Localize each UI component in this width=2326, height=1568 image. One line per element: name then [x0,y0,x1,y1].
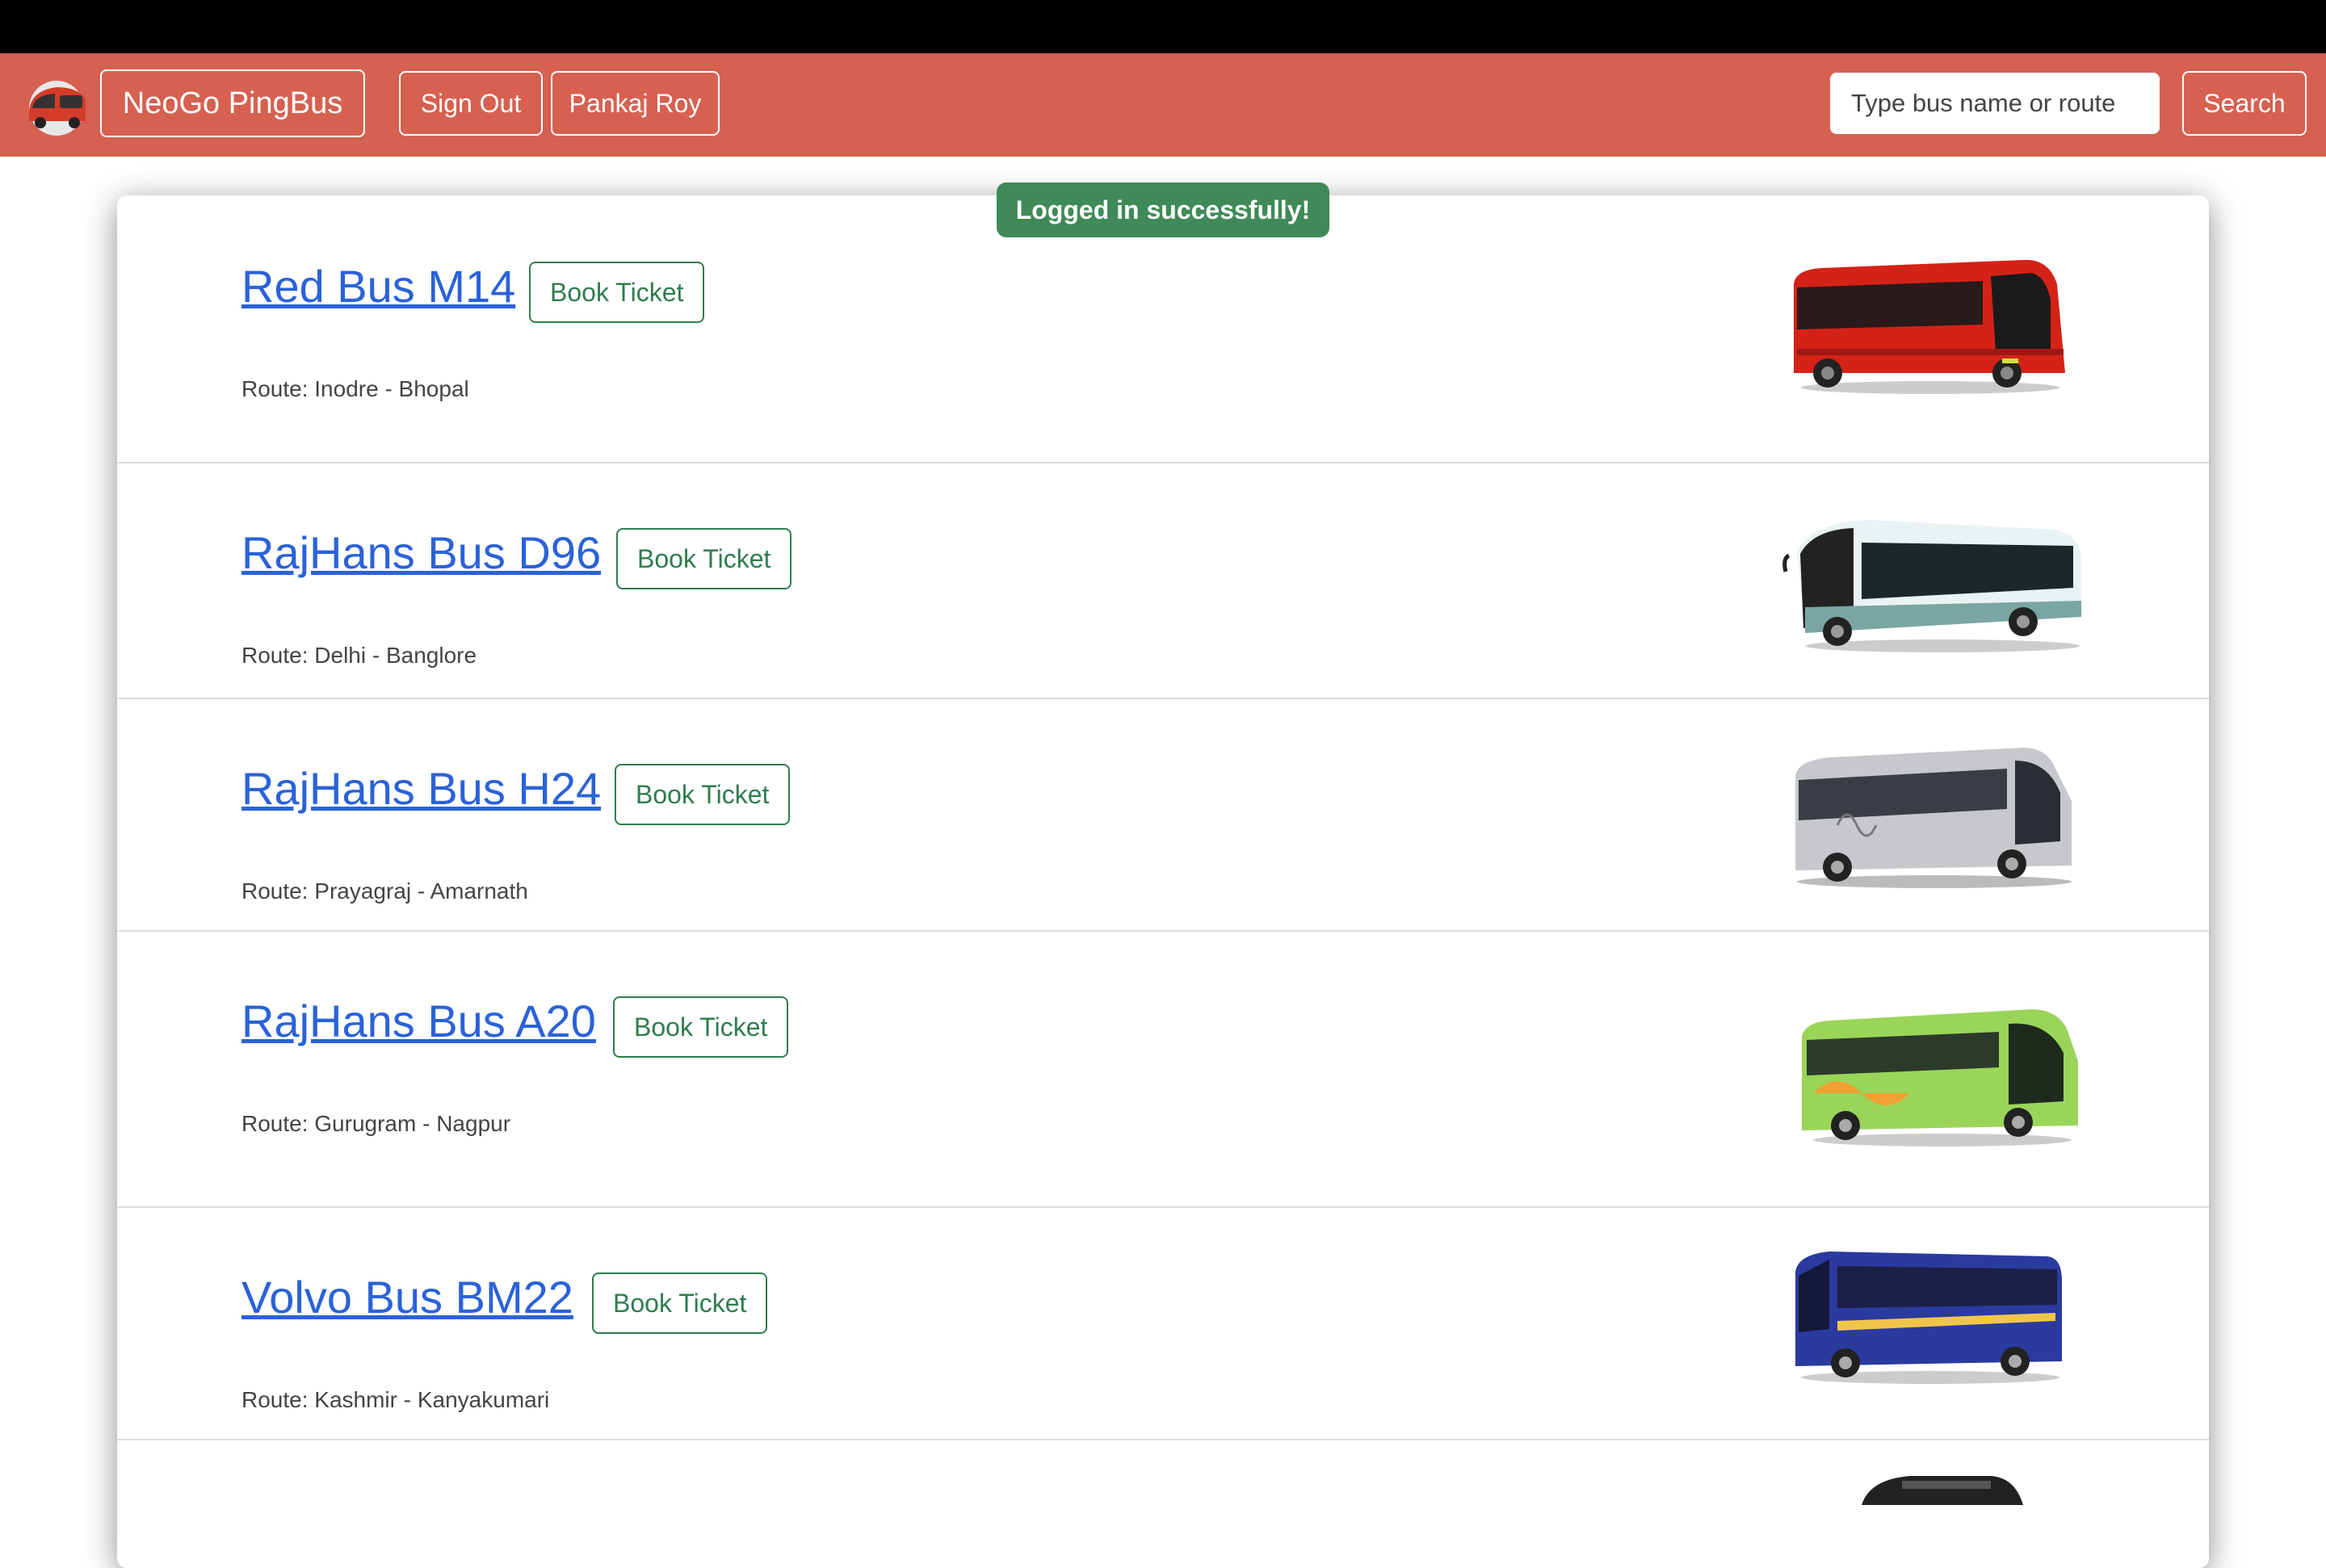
bus-row: RajHans Bus H24 Book Ticket Route: Praya… [117,699,2209,932]
system-top-bar [0,0,2326,53]
sign-out-button[interactable]: Sign Out [399,71,543,136]
bus-route: Route: Prayagraj - Amarnath [241,878,528,903]
search-input[interactable] [1830,73,2160,134]
bus-title-link[interactable]: RajHans Bus D96 [241,526,601,579]
navbar: NeoGo PingBus Sign Out Pankaj Roy Search [0,53,2326,157]
bus-row: Volvo Bus BM22 Book Ticket Route: Kashmi… [117,1208,2209,1440]
login-success-toast: Logged in successfully! [997,182,1329,237]
bus-route: Route: Delhi - Banglore [241,643,477,668]
rajhans-bus-image [1795,748,2072,888]
search-button[interactable]: Search [2182,71,2307,136]
bus-row: RajHans Bus D96 Book Ticket Route: Delhi… [117,463,2209,699]
bus-route: Route: Kashmir - Kanyakumari [241,1387,550,1412]
rajhans-bus-image [1782,520,2081,652]
volvo-bus-image [1795,1251,2062,1384]
book-ticket-button[interactable]: Book Ticket [529,262,705,323]
book-ticket-button[interactable]: Book Ticket [616,528,792,589]
book-ticket-button[interactable]: Book Ticket [615,764,791,825]
book-ticket-button[interactable]: Book Ticket [592,1272,768,1334]
bus-title-link[interactable]: Volvo Bus BM22 [241,1271,573,1323]
red-bus-image [1794,259,2065,394]
brand-button[interactable]: NeoGo PingBus [100,69,365,137]
bus-route: Route: Gurugram - Nagpur [241,1111,511,1136]
book-ticket-button[interactable]: Book Ticket [613,996,789,1058]
rajhans-green-bus-image [1802,1009,2078,1147]
bus-title-link[interactable]: RajHans Bus H24 [241,762,601,815]
bus-row: RajHans Bus A20 Book Ticket Route: Gurug… [117,932,2209,1208]
bus-image-partial [1862,1476,2023,1505]
bus-title-link[interactable]: Red Bus M14 [241,260,515,312]
user-profile-button[interactable]: Pankaj Roy [551,71,720,136]
bus-row [117,1440,2209,1568]
bus-route: Route: Inodre - Bhopal [241,376,469,401]
bus-logo-icon[interactable] [21,76,92,137]
bus-title-link[interactable]: RajHans Bus A20 [241,995,596,1047]
bus-list-card: Red Bus M14 Book Ticket Route: Inodre - … [117,195,2209,1568]
